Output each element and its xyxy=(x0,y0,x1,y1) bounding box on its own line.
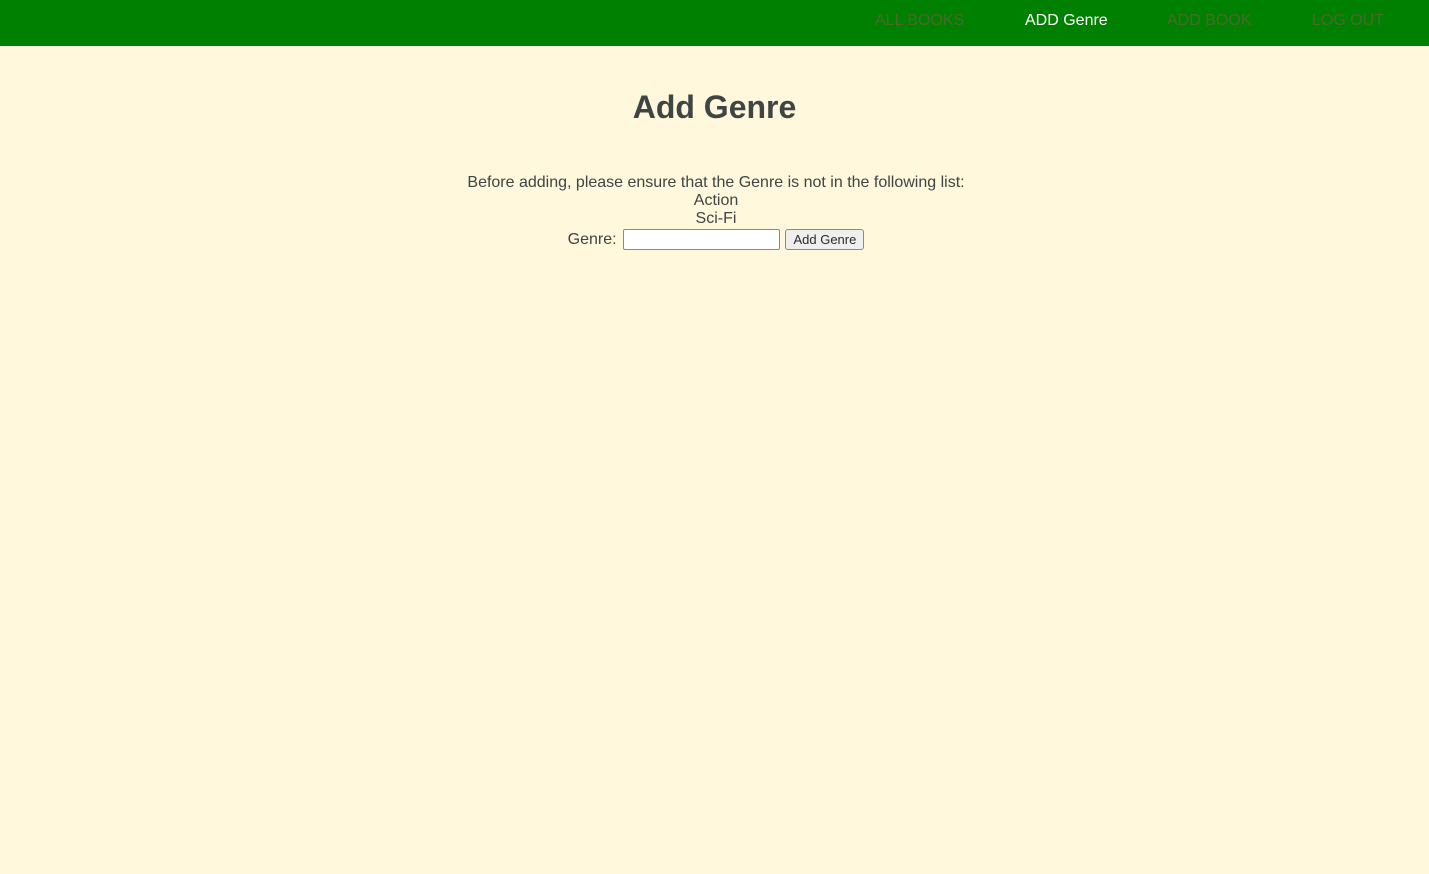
existing-genre-item: Sci-Fi xyxy=(695,210,737,227)
nav-link-log-out[interactable]: LOG OUT xyxy=(1312,0,1384,46)
top-navbar: ALL BOOKS ADD Genre ADD BOOK LOG OUT xyxy=(0,0,1429,46)
add-genre-button[interactable]: Add Genre xyxy=(785,229,865,251)
genre-input[interactable] xyxy=(623,229,781,251)
instruction-text: Before adding, please ensure that the Ge… xyxy=(467,174,965,191)
nav-link-add-book[interactable]: ADD BOOK xyxy=(1167,0,1251,46)
page-title: Add Genre xyxy=(632,89,797,125)
add-genre-form: Genre: Add Genre xyxy=(0,229,1429,251)
existing-genre-item: Action xyxy=(693,192,739,209)
genre-label: Genre: xyxy=(567,231,617,248)
nav-link-all-books[interactable]: ALL BOOKS xyxy=(875,0,964,46)
nav-link-add-genre[interactable]: ADD Genre xyxy=(1025,0,1108,46)
add-genre-section: Before adding, please ensure that the Ge… xyxy=(0,174,1429,251)
